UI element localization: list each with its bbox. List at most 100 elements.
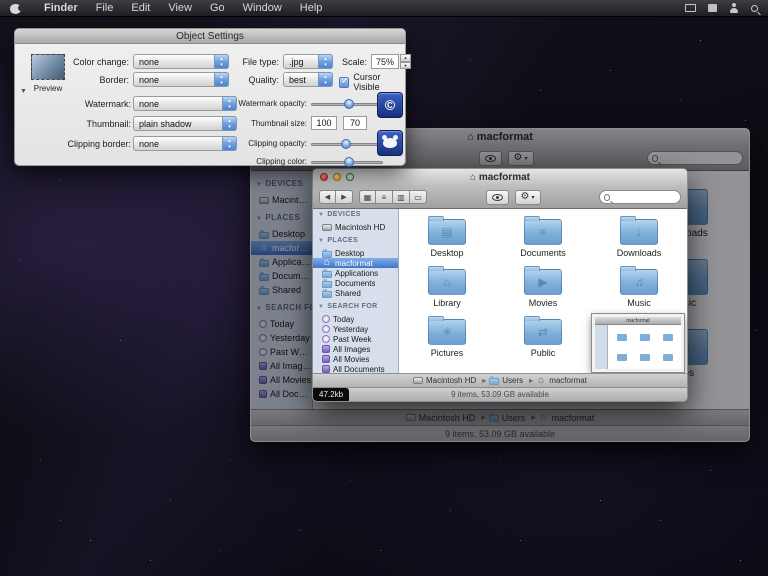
sidebar-item[interactable]: Past Week <box>313 334 398 344</box>
menu-item[interactable]: View <box>159 0 201 17</box>
path-item[interactable]: macformat <box>536 376 587 386</box>
quality-select[interactable]: best ▴ ▾ <box>283 72 333 87</box>
window-title: macformat <box>470 172 530 183</box>
minimize-button[interactable] <box>333 173 341 181</box>
clipping-color-slider[interactable] <box>311 156 383 168</box>
menu-item[interactable]: Window <box>234 0 291 17</box>
back-button[interactable]: ◀ <box>319 190 336 204</box>
search-input[interactable] <box>613 191 677 203</box>
object-settings-dialog: Object Settings ▼ Preview Color change: … <box>14 28 411 168</box>
sidebar-item[interactable]: Shared <box>313 288 398 298</box>
slider-thumb[interactable] <box>344 99 355 109</box>
menu-item[interactable]: File <box>87 0 123 17</box>
path-item[interactable]: Users <box>488 412 536 423</box>
clipping-opacity-slider[interactable] <box>311 138 383 150</box>
thumbnail-width-input[interactable]: 100 <box>311 116 337 130</box>
sidebar-item[interactable]: Today <box>251 317 312 331</box>
displays-icon[interactable] <box>685 4 696 12</box>
menu-extra-icon[interactable] <box>708 4 717 12</box>
toolbar: ◀ ▶ ▦ ≡ ▥ ▭ ⚙▾ <box>313 185 687 209</box>
folder-item[interactable]: ↓ Downloads <box>591 213 687 263</box>
dialog-title-bar[interactable]: Object Settings <box>15 29 405 44</box>
path-item[interactable]: macformat <box>539 413 595 423</box>
slider-thumb[interactable] <box>341 139 352 149</box>
sidebar-item[interactable]: Documents <box>313 278 398 288</box>
folder-item[interactable]: ✳ Pictures <box>399 313 495 363</box>
cursor-visible-checkbox[interactable] <box>339 76 350 88</box>
close-button[interactable] <box>320 173 328 181</box>
apple-menu-icon[interactable] <box>10 2 24 14</box>
preview-thumbnail[interactable] <box>31 54 65 80</box>
sidebar-item[interactable]: Yesterday <box>313 324 398 334</box>
action-button[interactable]: ⚙ ▾ <box>507 150 534 166</box>
sidebar-item[interactable]: All Documents <box>251 387 312 401</box>
finder-window: macformat ◀ ▶ ▦ ≡ ▥ ▭ ⚙▾ <box>312 168 688 402</box>
sidebar-item[interactable]: macformat <box>313 258 398 268</box>
folder-item[interactable]: ≡ Documents <box>495 213 591 263</box>
user-icon[interactable] <box>729 2 739 14</box>
folder-item[interactable]: ⌂ Library <box>399 263 495 313</box>
disk-icon <box>322 223 332 231</box>
sidebar-item[interactable]: Applications <box>313 268 398 278</box>
sidebar-item[interactable]: All Movies <box>251 373 312 387</box>
screenshot-preview[interactable]: macformat <box>591 313 685 373</box>
thumbnail-height-input[interactable]: 70 <box>343 116 367 130</box>
menu-item[interactable]: Finder <box>35 0 87 17</box>
icon-view-icon[interactable]: ▦ <box>359 190 376 204</box>
title-bar[interactable]: macformat <box>313 169 687 185</box>
path-item[interactable]: Users <box>489 376 533 385</box>
column-view-icon[interactable]: ▥ <box>393 190 410 204</box>
path-item[interactable]: Macintosh HD <box>413 376 486 385</box>
sidebar-item[interactable]: Desktop <box>251 227 312 241</box>
slider-thumb[interactable] <box>344 157 355 167</box>
quick-look-button[interactable] <box>478 150 502 166</box>
watermark-opacity-slider[interactable] <box>311 98 383 110</box>
path-bar: Macintosh HD Users macformat <box>251 409 749 425</box>
list-view-icon[interactable]: ≡ <box>376 190 393 204</box>
stepper-arrows-icon[interactable]: ▲ ▼ <box>400 54 411 69</box>
folder-item[interactable]: ▤ Desktop <box>399 213 495 263</box>
spotlight-icon[interactable] <box>751 4 758 12</box>
thumbnail-label: Thumbnail: <box>86 119 131 129</box>
folder-item[interactable]: ⇄ Public <box>495 313 591 363</box>
watermark-select[interactable]: none ▴ ▾ <box>133 96 237 111</box>
action-button[interactable]: ⚙ ▾ <box>514 189 541 205</box>
sidebar-item[interactable]: All Images <box>251 359 312 373</box>
path-item[interactable]: Macintosh HD <box>405 412 486 423</box>
sidebar-item[interactable]: All Movies <box>313 354 398 364</box>
sidebar-item[interactable]: Documents <box>251 269 312 283</box>
zoom-button[interactable] <box>346 173 354 181</box>
sidebar-item[interactable]: macformat <box>251 241 312 255</box>
folder-item[interactable]: ▶ Movies <box>495 263 591 313</box>
sidebar-item[interactable]: Desktop <box>313 248 398 258</box>
thumbnail-select[interactable]: plain shadow ▴ ▾ <box>133 116 237 131</box>
folder-item[interactable]: ♫ Music <box>591 263 687 313</box>
sidebar-item[interactable]: Macintosh HD <box>313 222 398 232</box>
scale-stepper[interactable]: 75% ▲ ▼ <box>371 54 411 69</box>
forward-button[interactable]: ▶ <box>336 190 353 204</box>
folder-icon <box>259 229 269 239</box>
file-type-select[interactable]: .jpg ▴ ▾ <box>283 54 333 69</box>
clipping-border-select[interactable]: none ▴ ▾ <box>133 136 237 151</box>
sidebar-item[interactable]: Applications <box>251 255 312 269</box>
menu-item[interactable]: Help <box>291 0 332 17</box>
menu-item[interactable]: Edit <box>122 0 159 17</box>
smart-icon <box>259 362 267 370</box>
color-change-select[interactable]: none ▴ ▾ <box>133 54 229 69</box>
sidebar-item[interactable]: Past Week <box>251 345 312 359</box>
menu-item[interactable]: Go <box>201 0 234 17</box>
sidebar-item[interactable]: Today <box>313 314 398 324</box>
sidebar-item[interactable]: Yesterday <box>251 331 312 345</box>
search-input[interactable] <box>661 152 739 164</box>
sidebar-item[interactable]: Shared <box>251 283 312 297</box>
clipping-border-label: Clipping border: <box>67 139 131 149</box>
sidebar-item[interactable]: Macintosh HD <box>251 193 312 207</box>
screenshot-preview-title: macformat <box>595 317 681 325</box>
sidebar-item[interactable]: All Images <box>313 344 398 354</box>
border-select[interactable]: none ▴ ▾ <box>133 72 229 87</box>
clock-icon <box>322 315 330 323</box>
coverflow-view-icon[interactable]: ▭ <box>410 190 427 204</box>
sidebar-devices-list: Macintosh HD <box>313 222 398 232</box>
quick-look-button[interactable] <box>485 189 509 205</box>
sidebar-item[interactable]: All Documents <box>313 364 398 373</box>
